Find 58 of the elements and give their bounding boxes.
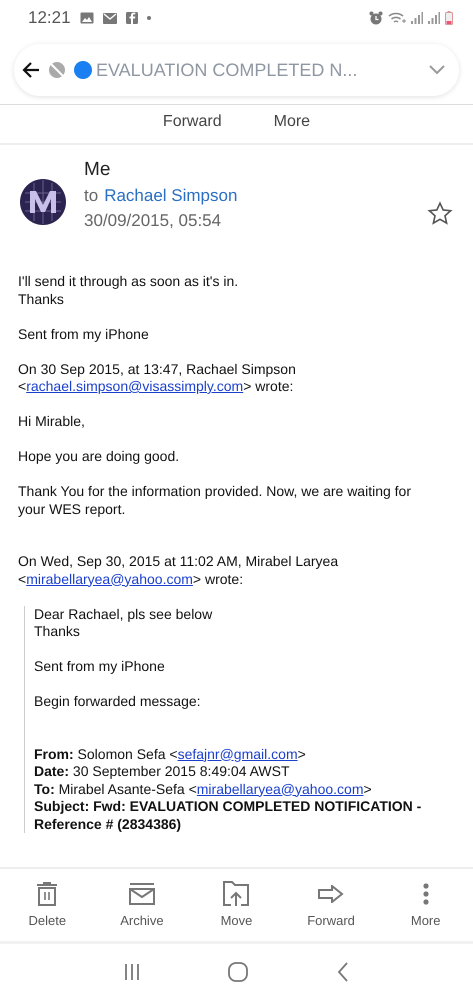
star-icon[interactable] — [427, 201, 453, 227]
toolbar-button[interactable]: Forward — [291, 879, 372, 935]
signal-icon — [411, 12, 423, 24]
body-text: Thanks — [34, 623, 81, 640]
social-app-icon — [126, 12, 138, 24]
email-link[interactable]: mirabellaryea@yahoo.com — [196, 780, 364, 796]
body-text: Date: 30 September 2015 8:49:04 AWST — [34, 763, 291, 780]
body-text: < — [18, 570, 26, 586]
mail-icon — [102, 12, 117, 24]
body-text: > wrote: — [192, 570, 244, 586]
body-text: Reference # (2834386) — [34, 816, 182, 833]
toolbar-button[interactable]: Archive — [102, 879, 182, 935]
body-text: On Wed, Sep 30, 2015 at 11:02 AM, Mirabel Laryea — [18, 553, 340, 570]
body-text: Thanks — [18, 290, 65, 308]
mute-icon — [48, 61, 66, 79]
recipient-link[interactable]: Rachael Simpson — [104, 186, 238, 206]
body-text: On 30 Sep 2015, at 13:47, Rachael Simpson — [18, 360, 297, 378]
body-text: > wrote: — [243, 378, 294, 394]
body-text: Sent from my iPhone — [18, 326, 150, 343]
body-text: your WES report. — [18, 500, 126, 518]
subject-title: EVALUATION COMPLETED N... — [96, 60, 358, 80]
chevron-down-icon[interactable] — [429, 65, 445, 75]
body-text: To: Mirabel Asante-Sefa < — [34, 780, 197, 796]
trash-icon — [36, 879, 58, 909]
clock-time: 12:21 — [28, 8, 71, 28]
body-text: Hi Mirable, — [18, 413, 86, 430]
wifi-icon — [388, 11, 406, 25]
body-text: Sent from my iPhone — [34, 658, 166, 676]
body-text: From: Solomon Sefa < — [34, 746, 178, 762]
image-icon — [80, 12, 94, 24]
dot-icon — [146, 16, 151, 20]
body-text: < — [18, 378, 26, 394]
body-text: > — [364, 780, 372, 796]
signal-icon — [428, 12, 440, 24]
battery-icon — [445, 11, 453, 25]
alarm-icon — [369, 11, 383, 25]
body-text: Subject: Fwd: EVALUATION COMPLETED NOTIFICATION - — [34, 798, 422, 816]
body-text: > — [298, 746, 306, 762]
action-link[interactable]: Forward — [158, 111, 226, 133]
action-link[interactable]: More — [270, 111, 314, 133]
slider-handle-icon — [74, 61, 92, 79]
to-label: to — [84, 186, 98, 206]
toolbar-button[interactable]: Move — [196, 879, 276, 935]
email-link[interactable]: sefajnr@gmail.com — [178, 746, 298, 762]
toolbar-button[interactable]: More — [386, 879, 466, 935]
avatar-icon — [20, 179, 66, 225]
sent-date: 30/09/2015, 05:54 — [84, 211, 222, 231]
body-text: Dear Rachael, pls see below — [34, 606, 214, 623]
email-link[interactable]: mirabellaryea@yahoo.com — [26, 570, 193, 586]
toolbar-button[interactable]: Delete — [7, 879, 88, 935]
folder-upload-icon — [223, 879, 250, 909]
email-link[interactable]: rachael.simpson@visassimply.com — [26, 378, 244, 394]
body-text: Thank You for the information provided. Now, we are waiting for — [18, 483, 412, 500]
body-text: I'll send it through as soon as it's in. — [18, 273, 240, 290]
body-text: Hope you are doing good. — [18, 448, 180, 466]
body-text: Begin forwarded message: — [34, 693, 202, 710]
back-arrow-icon[interactable] — [22, 61, 40, 79]
sender-name: Me — [84, 159, 112, 181]
